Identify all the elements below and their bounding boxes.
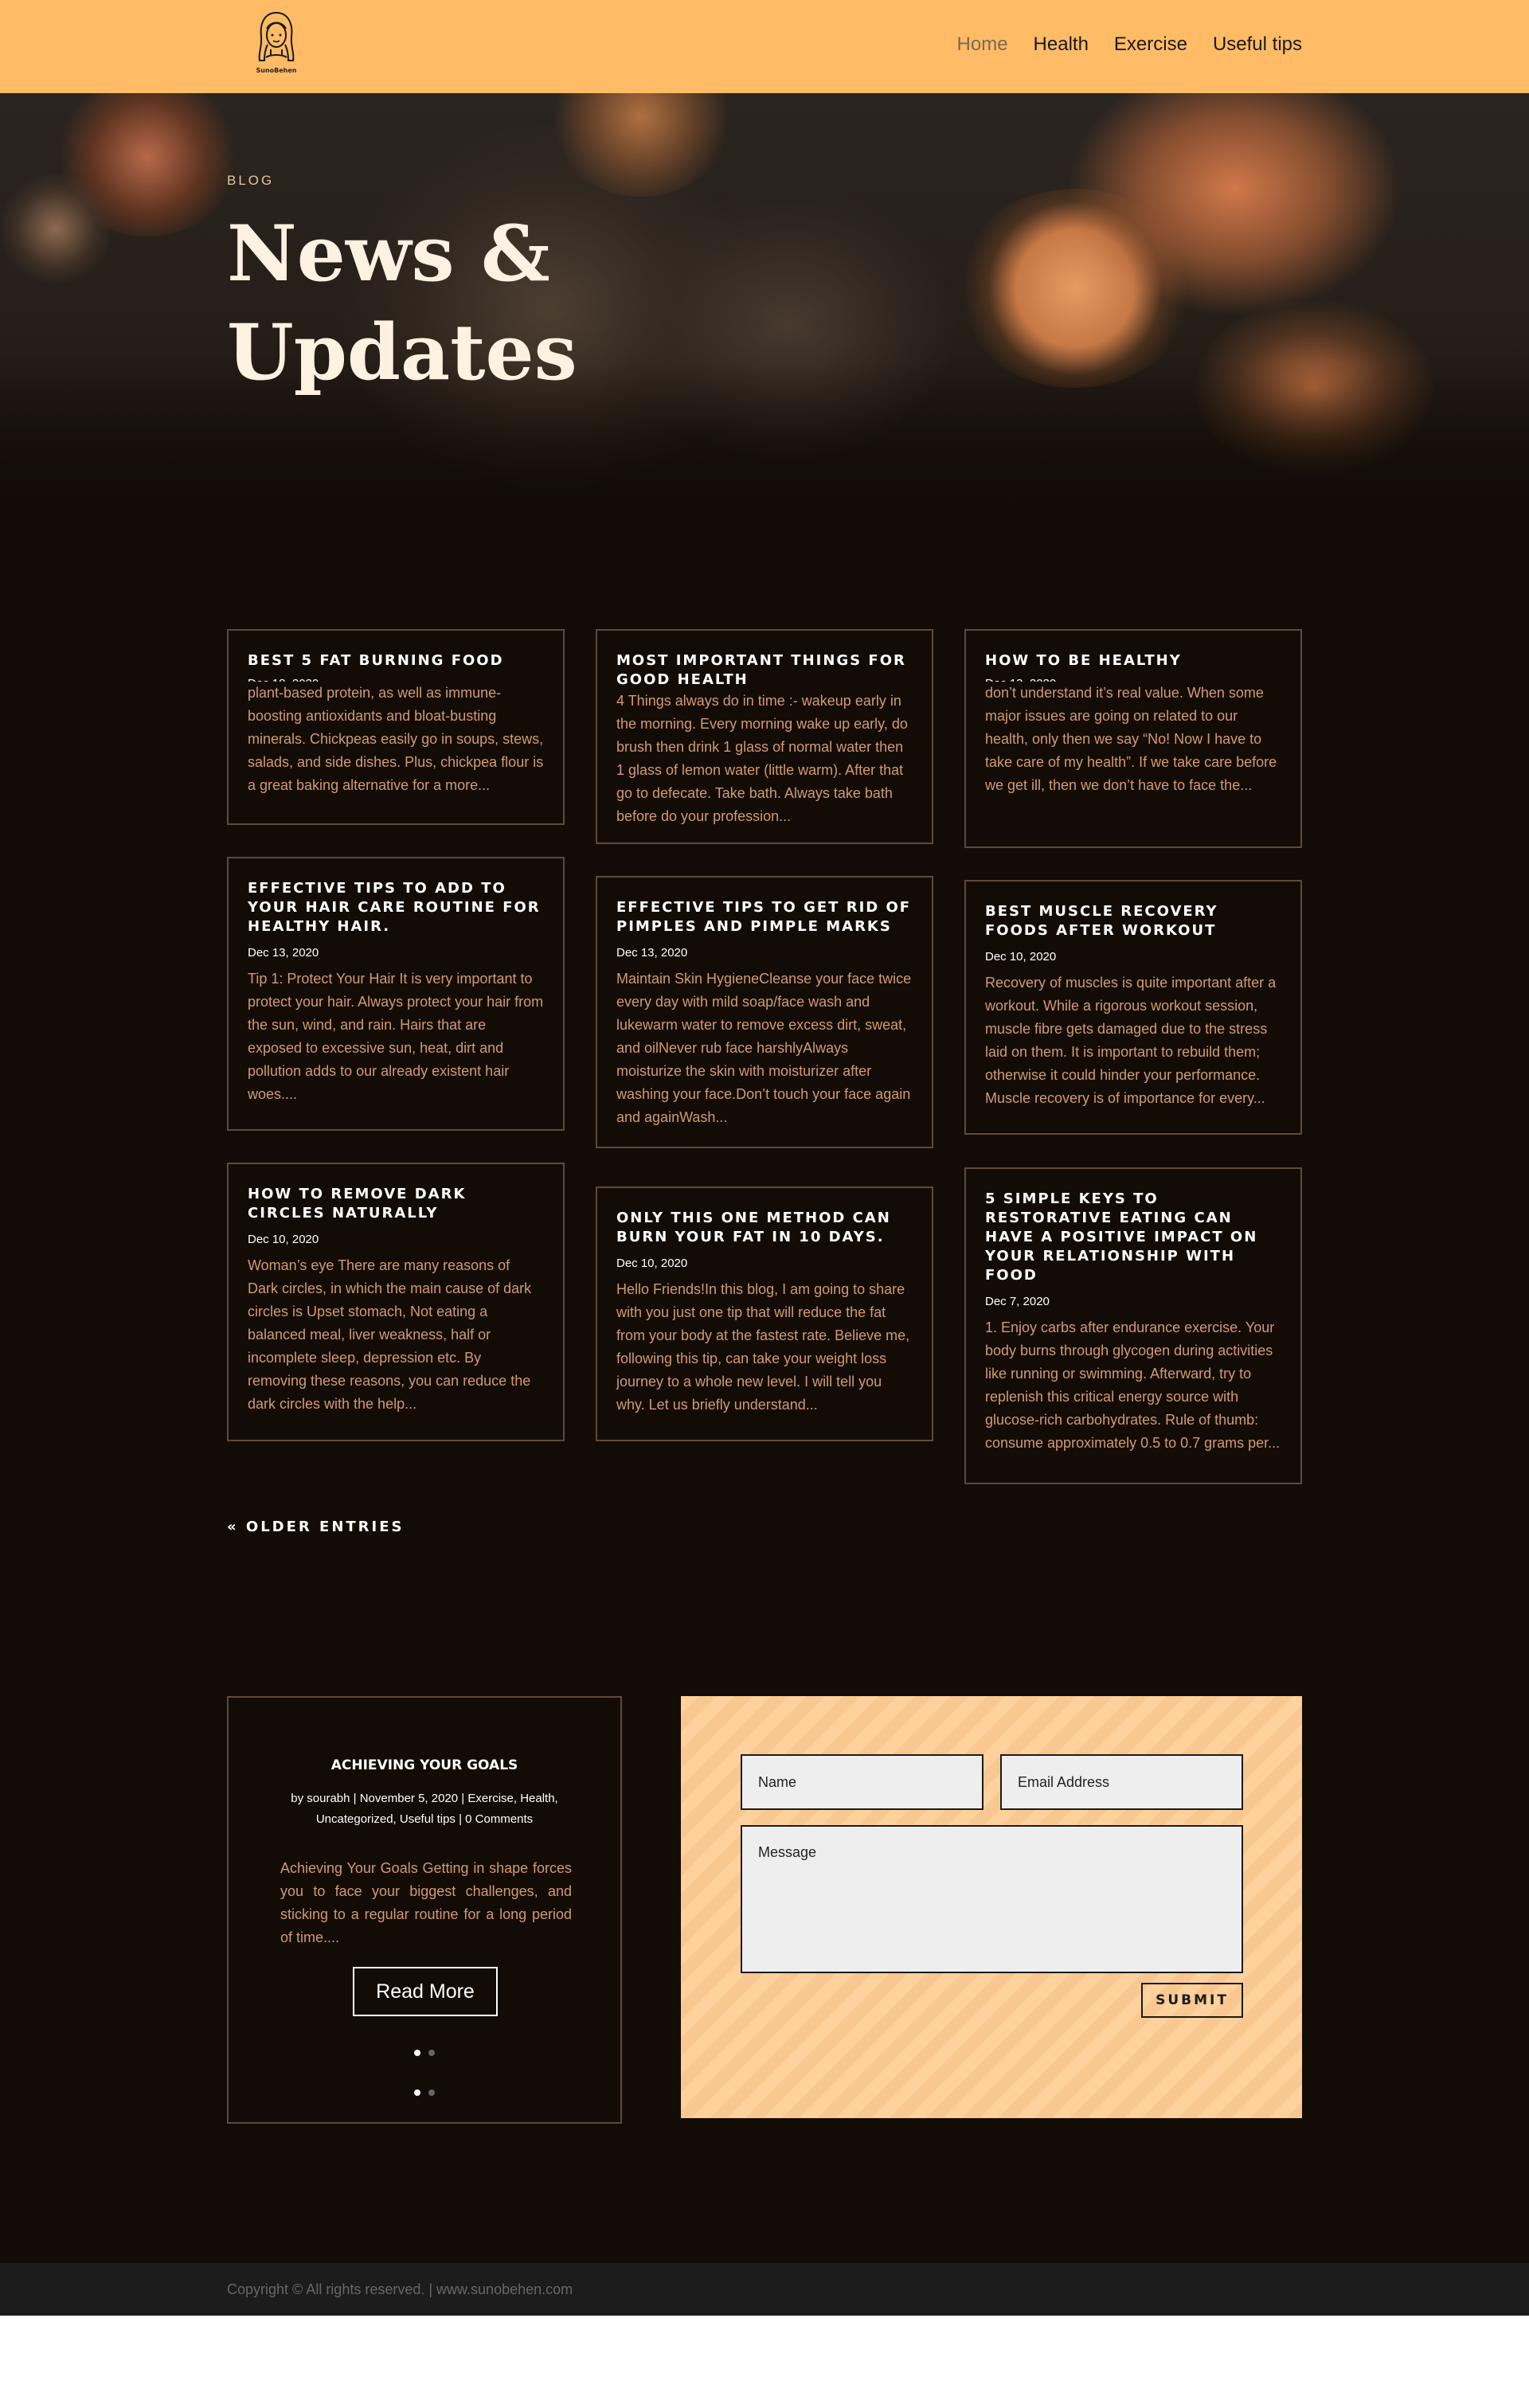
post-date: Dec 7, 2020 — [985, 1295, 1050, 1308]
slider-dot[interactable] — [428, 2050, 435, 2056]
post-card[interactable]: ONLY THIS ONE METHOD CAN BURN YOUR FAT I… — [596, 1186, 933, 1441]
slider-dots — [229, 2044, 620, 2059]
post-date: Dec 10, 2020 — [248, 1233, 319, 1246]
older-entries-link[interactable]: « OLDER ENTRIES — [227, 1519, 405, 1535]
post-excerpt: Woman’s eye There are many reasons of Da… — [248, 1257, 532, 1412]
post-title[interactable]: HOW TO BE HEALTHY — [985, 651, 1281, 670]
page-title: News & Updates — [227, 205, 625, 402]
featured-post-excerpt: Achieving Your Goals Getting in shape fo… — [280, 1860, 572, 1945]
logo-text: SunoBehen — [256, 67, 297, 74]
name-field[interactable]: Name — [741, 1754, 983, 1810]
post-date: Dec 13, 2020 — [616, 946, 688, 960]
post-title[interactable]: 5 SIMPLE KEYS TO RESTORATIVE EATING CAN … — [985, 1190, 1281, 1285]
post-date: Dec 13, 2020 — [985, 675, 1281, 682]
hero-label: BLOG — [227, 173, 275, 188]
site-footer: Copyright © All rights reserved. | www.s… — [0, 2263, 1529, 2316]
post-title[interactable]: BEST 5 FAT BURNING FOOD — [248, 651, 544, 670]
post-title[interactable]: EFFECTIVE TIPS TO GET RID OF PIMPLES AND… — [616, 898, 913, 936]
post-date: Dec 18, 2020 — [248, 675, 544, 682]
post-title[interactable]: HOW TO REMOVE DARK CIRCLES NATURALLY — [248, 1185, 544, 1223]
email-field[interactable]: Email Address — [1000, 1754, 1243, 1810]
site-logo[interactable]: SunoBehen — [253, 8, 299, 76]
hero-section: BLOG News & Updates — [0, 93, 1529, 523]
post-date: Dec 10, 2020 — [985, 950, 1057, 964]
post-excerpt: 4 Things always do in time :- wakeup ear… — [616, 693, 908, 824]
slider-dot-active[interactable] — [414, 2089, 420, 2096]
post-card[interactable]: 5 SIMPLE KEYS TO RESTORATIVE EATING CAN … — [964, 1167, 1302, 1484]
page-title-line-1: News & — [227, 209, 550, 299]
featured-post-slider: ACHIEVING YOUR GOALS by sourabh | Novemb… — [227, 1696, 622, 2124]
message-field[interactable]: Message — [741, 1825, 1243, 1973]
featured-post-meta: by sourabh | November 5, 2020 | Exercise… — [291, 1792, 558, 1826]
post-excerpt: plant-based protein, as well as immune-b… — [248, 685, 544, 793]
nav-exercise[interactable]: Exercise — [1114, 33, 1187, 56]
post-title[interactable]: EFFECTIVE TIPS TO ADD TO YOUR HAIR CARE … — [248, 879, 544, 936]
nav-home[interactable]: Home — [957, 33, 1008, 56]
slider-dot-active[interactable] — [414, 2050, 420, 2056]
post-excerpt: Tip 1: Protect Your Hair It is very impo… — [248, 971, 544, 1102]
slider-dots-secondary — [229, 2084, 620, 2099]
contact-form: Name Email Address Message SUBMIT — [681, 1696, 1302, 2118]
post-excerpt: 1. Enjoy carbs after endurance exercise.… — [985, 1319, 1281, 1451]
post-title[interactable]: BEST MUSCLE RECOVERY FOODS AFTER WORKOUT — [985, 902, 1281, 940]
submit-button[interactable]: SUBMIT — [1141, 1983, 1243, 2018]
copyright-text: Copyright © All rights reserved. | www.s… — [227, 2281, 573, 2297]
post-card[interactable]: BEST MUSCLE RECOVERY FOODS AFTER WORKOUT… — [964, 880, 1302, 1135]
post-date: Dec 10, 2020 — [616, 1257, 688, 1270]
post-excerpt: Maintain Skin HygieneCleanse your face t… — [616, 971, 912, 1125]
post-title[interactable]: ONLY THIS ONE METHOD CAN BURN YOUR FAT I… — [616, 1209, 913, 1247]
nav-useful-tips[interactable]: Useful tips — [1213, 33, 1302, 56]
post-card[interactable]: BEST 5 FAT BURNING FOOD Dec 18, 2020 pla… — [227, 629, 565, 825]
post-excerpt: Recovery of muscles is quite important a… — [985, 975, 1277, 1106]
nav-health[interactable]: Health — [1034, 33, 1089, 56]
post-card[interactable]: EFFECTIVE TIPS TO ADD TO YOUR HAIR CARE … — [227, 857, 565, 1131]
post-card[interactable]: HOW TO BE HEALTHY Dec 13, 2020 don’t und… — [964, 629, 1302, 848]
page-title-line-2: Updates — [227, 307, 577, 397]
post-card[interactable]: HOW TO REMOVE DARK CIRCLES NATURALLY Dec… — [227, 1163, 565, 1441]
post-card[interactable]: EFFECTIVE TIPS TO GET RID OF PIMPLES AND… — [596, 876, 933, 1148]
post-excerpt: don’t understand it’s real value. When s… — [985, 685, 1277, 793]
read-more-button[interactable]: Read More — [353, 1967, 498, 2016]
main-content: BEST 5 FAT BURNING FOOD Dec 18, 2020 pla… — [0, 523, 1529, 2263]
featured-post-title[interactable]: ACHIEVING YOUR GOALS — [229, 1757, 620, 1773]
post-date: Dec 13, 2020 — [248, 946, 319, 960]
main-nav: Home Health Exercise Useful tips — [957, 33, 1302, 56]
post-card[interactable]: MOST IMPORTANT THINGS FOR GOOD HEALTH 4 … — [596, 629, 933, 844]
site-header: SunoBehen Home Health Exercise Useful ti… — [0, 0, 1529, 93]
post-excerpt: Hello Friends!In this blog, I am going t… — [616, 1281, 910, 1413]
post-title[interactable]: MOST IMPORTANT THINGS FOR GOOD HEALTH — [616, 651, 913, 690]
slider-dot[interactable] — [428, 2089, 435, 2096]
woman-face-icon — [258, 12, 295, 61]
